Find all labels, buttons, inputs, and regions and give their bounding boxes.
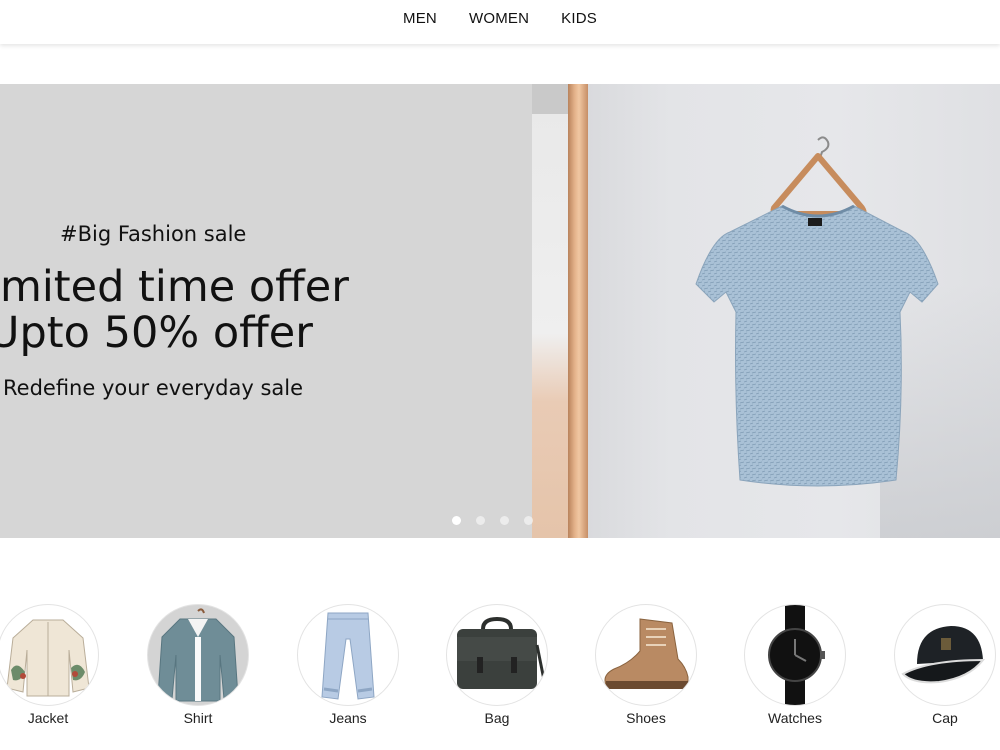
- bag-icon[interactable]: [446, 604, 548, 706]
- category-label: Cap: [932, 710, 958, 726]
- category-label: Shirt: [183, 710, 213, 726]
- shoes-icon[interactable]: [595, 604, 697, 706]
- category-label: Jeans: [329, 710, 367, 726]
- nav-item-men[interactable]: MEN: [403, 10, 437, 27]
- hero-door-shade: [532, 84, 568, 114]
- category-shoes[interactable]: Shoes: [594, 604, 698, 726]
- hero-carousel[interactable]: #Big Fashion sale imited time offer Upto…: [0, 84, 1000, 538]
- carousel-dot-4[interactable]: [524, 516, 533, 525]
- nav-item-women[interactable]: WOMEN: [469, 10, 529, 27]
- hero-hashtag: #Big Fashion sale: [60, 222, 247, 246]
- category-bag[interactable]: Bag: [445, 604, 549, 726]
- category-label: Bag: [484, 710, 510, 726]
- category-label: Jacket: [27, 710, 69, 726]
- top-nav-bar: MEN WOMEN KIDS: [0, 0, 1000, 44]
- hero-text-block: #Big Fashion sale imited time offer Upto…: [0, 84, 540, 538]
- main-nav: MEN WOMEN KIDS: [403, 10, 597, 27]
- category-list: Jacket Shirt Jeans Bag Shoes Watches Cap: [0, 604, 1000, 750]
- hero-subline: Redefine your everyday sale: [3, 376, 304, 400]
- shirt-icon[interactable]: [147, 604, 249, 706]
- nav-item-kids[interactable]: KIDS: [561, 10, 597, 27]
- hero-headline-line1: imited time offer: [0, 262, 349, 312]
- carousel-dot-1[interactable]: [452, 516, 461, 525]
- watch-icon[interactable]: [744, 604, 846, 706]
- hero-door-frame: [568, 84, 588, 538]
- jacket-icon[interactable]: [0, 604, 99, 706]
- category-jacket[interactable]: Jacket: [0, 604, 100, 726]
- jeans-icon[interactable]: [297, 604, 399, 706]
- category-watches[interactable]: Watches: [743, 604, 847, 726]
- cap-icon[interactable]: [894, 604, 996, 706]
- carousel-dots: [452, 516, 533, 525]
- tshirt-hanger-image: [695, 136, 939, 487]
- category-shirt[interactable]: Shirt: [146, 604, 250, 726]
- hero-headline: imited time offer Upto 50% offer: [0, 264, 548, 356]
- hero-door-panel: [532, 84, 568, 538]
- category-cap[interactable]: Cap: [893, 604, 997, 726]
- category-label: Watches: [768, 710, 822, 726]
- hero-headline-line2: Upto 50% offer: [0, 308, 313, 358]
- category-jeans[interactable]: Jeans: [296, 604, 400, 726]
- category-label: Shoes: [626, 710, 666, 726]
- carousel-dot-3[interactable]: [500, 516, 509, 525]
- carousel-dot-2[interactable]: [476, 516, 485, 525]
